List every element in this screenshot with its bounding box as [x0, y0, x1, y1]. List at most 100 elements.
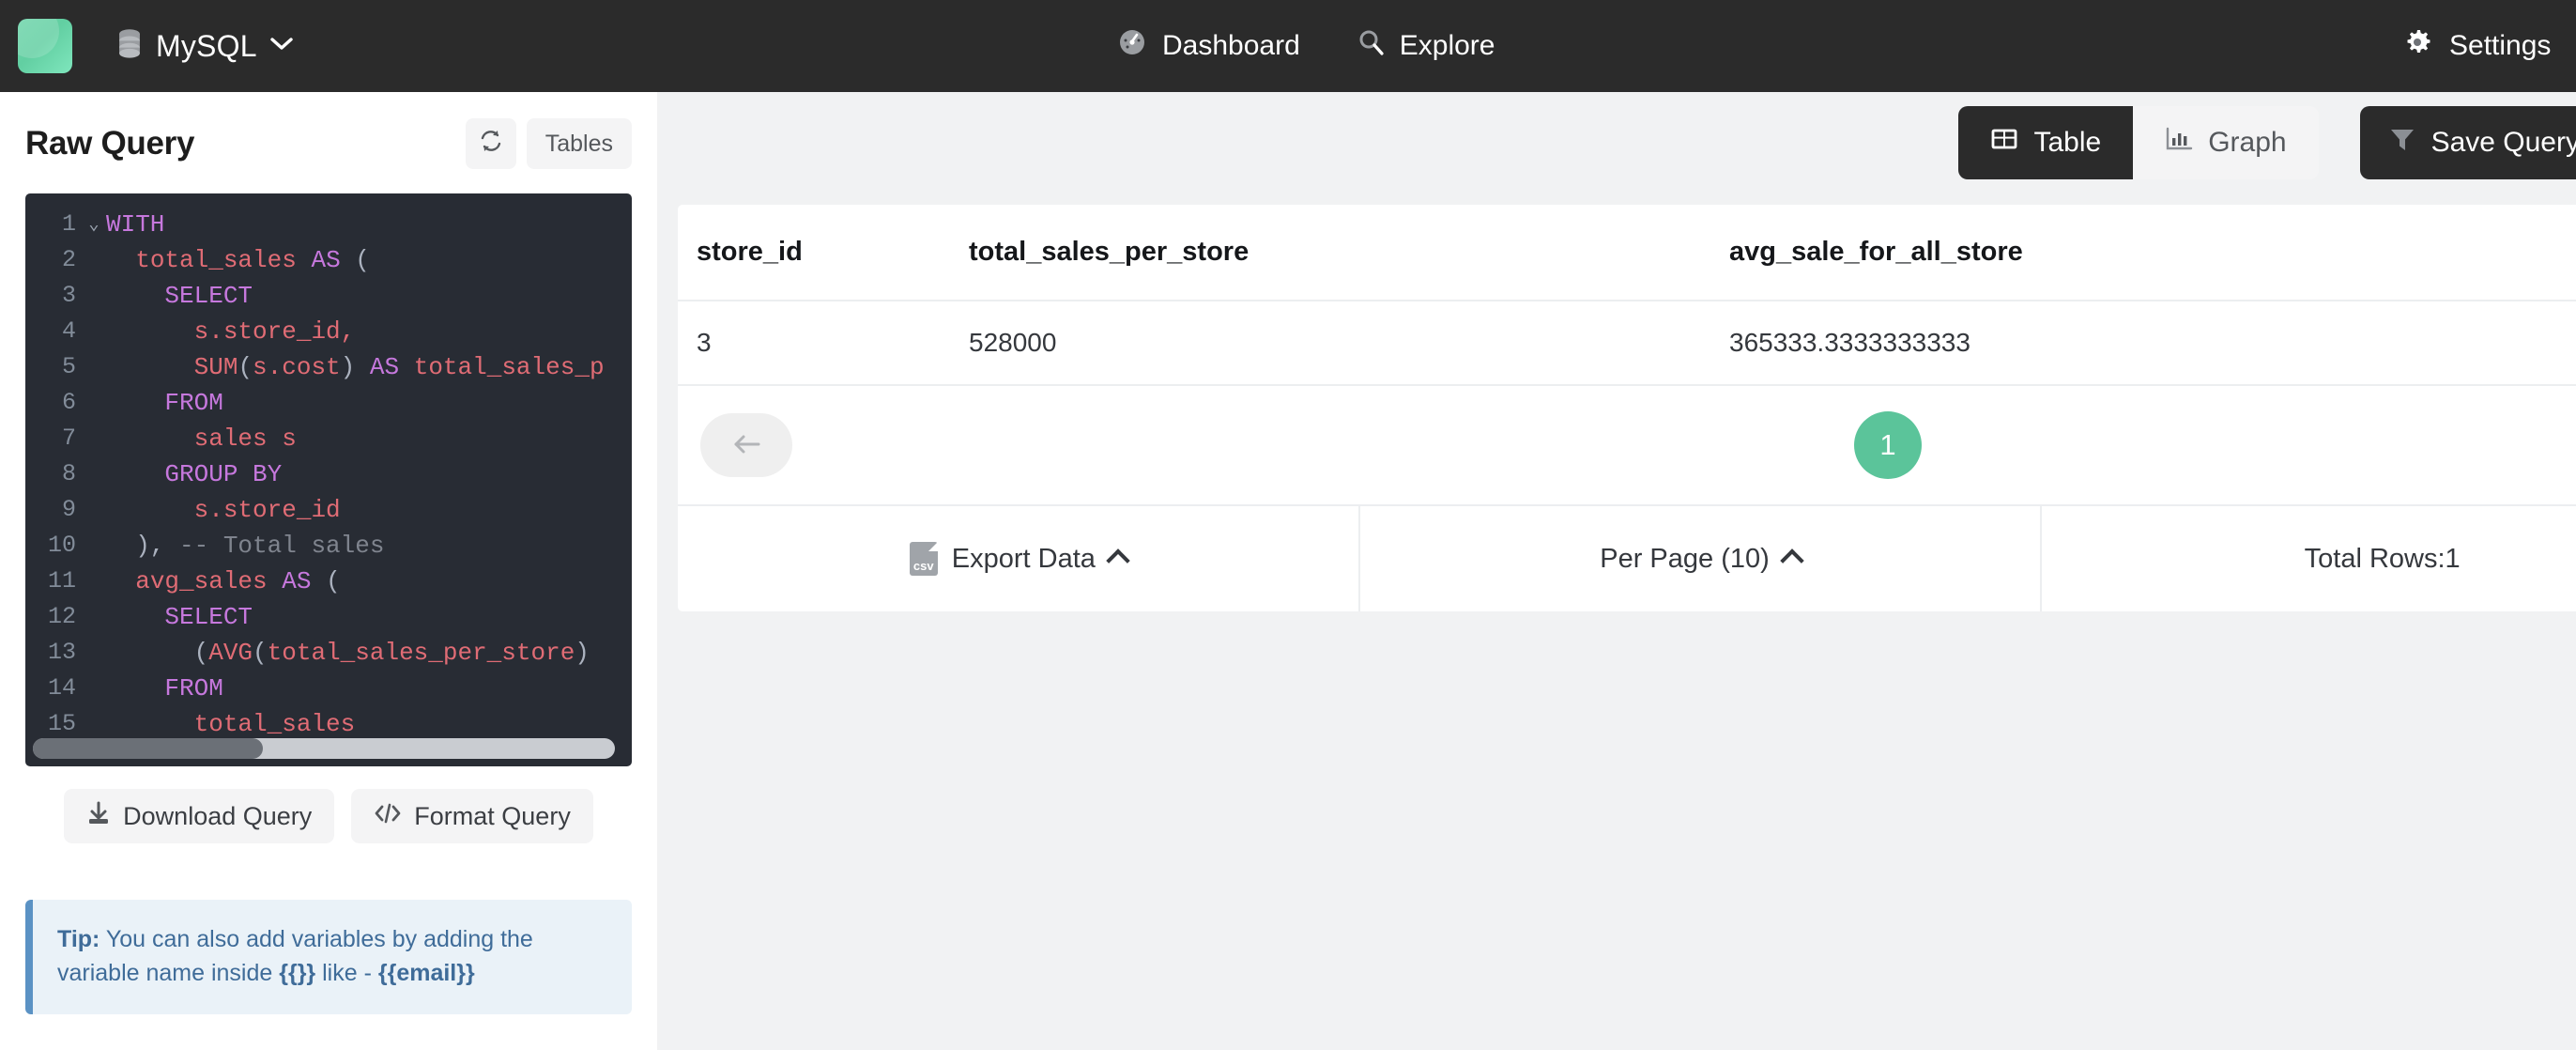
table-cell: 365333.3333333333: [1729, 301, 2576, 386]
chevron-up-icon: [1106, 548, 1130, 573]
raw-query-sidebar: Raw Query Tables 1 ⌄ WITH 2 total_sales …: [0, 92, 657, 1050]
code-fold-toggle: [82, 635, 106, 671]
code-fold-toggle: [82, 564, 106, 599]
tab-table-view-label: Table: [2033, 127, 2102, 158]
save-query-button[interactable]: Save Query: [2359, 106, 2576, 179]
page-title: Raw Query: [25, 125, 195, 162]
tip-code-2: {{email}}: [377, 960, 475, 986]
format-query-label: Format Query: [414, 801, 571, 830]
results-panel: Table Graph Save Query store_id total_sa…: [657, 92, 2576, 1050]
line-number: 9: [61, 496, 76, 523]
tip-text-2: like -: [315, 960, 378, 986]
primary-nav: Dashboard Explore: [1117, 27, 1495, 65]
code-line: 14 FROM: [25, 671, 632, 706]
code-fold-toggle[interactable]: ⌄: [82, 207, 106, 242]
database-selector[interactable]: MySQL: [115, 28, 294, 65]
table-header-row: store_id total_sales_per_store avg_sale_…: [678, 205, 2576, 301]
line-number: 14: [47, 674, 76, 702]
code-line: 12 SELECT: [25, 599, 632, 635]
line-number: 12: [47, 603, 76, 630]
funnel-icon: [2388, 125, 2416, 161]
download-query-label: Download Query: [123, 801, 313, 830]
code-brackets-icon: [374, 802, 402, 831]
nav-item-explore[interactable]: Explore: [1357, 28, 1495, 64]
pagination-bar: 1: [678, 386, 2576, 506]
code-text: (AVG(total_sales_per_store): [106, 639, 590, 667]
download-query-button[interactable]: Download Query: [64, 789, 335, 843]
download-icon: [86, 801, 111, 832]
sidebar-header-actions: Tables: [465, 118, 632, 169]
code-fold-toggle: [82, 599, 106, 635]
editor-horizontal-scrollbar[interactable]: [33, 738, 615, 759]
tab-table-view[interactable]: Table: [1958, 106, 2134, 179]
table-cell: 3: [678, 301, 969, 386]
refresh-button[interactable]: [465, 118, 516, 169]
column-header-total-sales-per-store[interactable]: total_sales_per_store: [969, 205, 1729, 301]
app-logo-icon[interactable]: [18, 19, 72, 73]
page-number-1[interactable]: 1: [1854, 411, 1922, 479]
code-line: 7 sales s: [25, 421, 632, 456]
code-text: avg_sales AS (: [135, 567, 341, 595]
code-text: WITH: [106, 210, 165, 239]
line-number: 4: [61, 317, 76, 345]
code-line: 9 s.store_id: [25, 492, 632, 528]
code-text: SELECT: [164, 282, 253, 310]
sql-code-editor[interactable]: 1 ⌄ WITH 2 total_sales AS (3 SELECT 4 s.stor…: [25, 193, 632, 766]
tables-button[interactable]: Tables: [526, 118, 632, 169]
column-header-avg-sale-for-all-store[interactable]: avg_sale_for_all_store: [1729, 205, 2576, 301]
format-query-button[interactable]: Format Query: [351, 789, 593, 843]
csv-file-icon: csv: [909, 542, 938, 576]
dashboard-gauge-icon: [1117, 27, 1147, 65]
table-cell: 528000: [969, 301, 1729, 386]
code-text: GROUP BY: [164, 460, 283, 488]
prev-page-button[interactable]: [700, 413, 792, 477]
column-header-store-id[interactable]: store_id: [678, 205, 969, 301]
editor-action-buttons: Download Query Format Query: [25, 789, 632, 843]
table-row[interactable]: 3 528000 365333.3333333333: [678, 301, 2576, 386]
tab-graph-view[interactable]: Graph: [2133, 106, 2319, 179]
tip-prefix: Tip:: [57, 926, 100, 952]
code-text: ), -- Total sales: [106, 532, 385, 560]
line-number: 2: [61, 246, 76, 273]
refresh-icon: [479, 129, 503, 160]
line-number: 6: [61, 389, 76, 416]
line-number: 10: [47, 532, 76, 559]
page-body: Raw Query Tables 1 ⌄ WITH 2 total_sales …: [0, 92, 2576, 1050]
database-icon: [115, 28, 144, 65]
settings-button[interactable]: Settings: [2402, 27, 2551, 65]
sql-code-content: 1 ⌄ WITH 2 total_sales AS (3 SELECT 4 s.stor…: [25, 193, 632, 742]
arrow-left-icon: [730, 432, 762, 459]
code-fold-toggle: [82, 242, 106, 278]
code-fold-toggle: [82, 278, 106, 314]
search-icon: [1357, 28, 1385, 64]
per-page-selector[interactable]: Per Page (10): [1360, 506, 2043, 611]
sidebar-header: Raw Query Tables: [25, 92, 632, 182]
code-text: total_sales: [193, 710, 356, 738]
results-card: store_id total_sales_per_store avg_sale_…: [678, 205, 2576, 611]
code-line: 10 ), -- Total sales: [25, 528, 632, 564]
code-line: 13 (AVG(total_sales_per_store): [25, 635, 632, 671]
line-number: 11: [47, 567, 76, 594]
editor-scrollbar-thumb[interactable]: [33, 738, 263, 759]
code-text: s.store_id: [193, 496, 341, 524]
code-fold-toggle: [82, 706, 106, 742]
code-line: 4 s.store_id,: [25, 314, 632, 349]
gear-icon: [2402, 27, 2432, 65]
code-line: 15 total_sales: [25, 706, 632, 742]
code-text: s.store_id,: [193, 317, 356, 346]
line-number: 5: [61, 353, 76, 380]
save-query-label: Save Query: [2430, 127, 2576, 158]
code-line: 8 GROUP BY: [25, 456, 632, 492]
results-table: store_id total_sales_per_store avg_sale_…: [678, 205, 2576, 386]
code-fold-toggle: [82, 349, 106, 385]
code-line: 11 avg_sales AS (: [25, 564, 632, 599]
nav-item-dashboard[interactable]: Dashboard: [1117, 27, 1300, 65]
line-number: 15: [47, 710, 76, 737]
database-name-label: MySQL: [156, 28, 257, 63]
settings-label: Settings: [2449, 30, 2552, 61]
per-page-label: Per Page (10): [1600, 543, 1770, 574]
nav-item-explore-label: Explore: [1399, 30, 1495, 61]
export-data-button[interactable]: csv Export Data: [678, 506, 1360, 611]
code-fold-toggle: [82, 421, 106, 456]
table-grid-icon: [1990, 127, 2018, 159]
